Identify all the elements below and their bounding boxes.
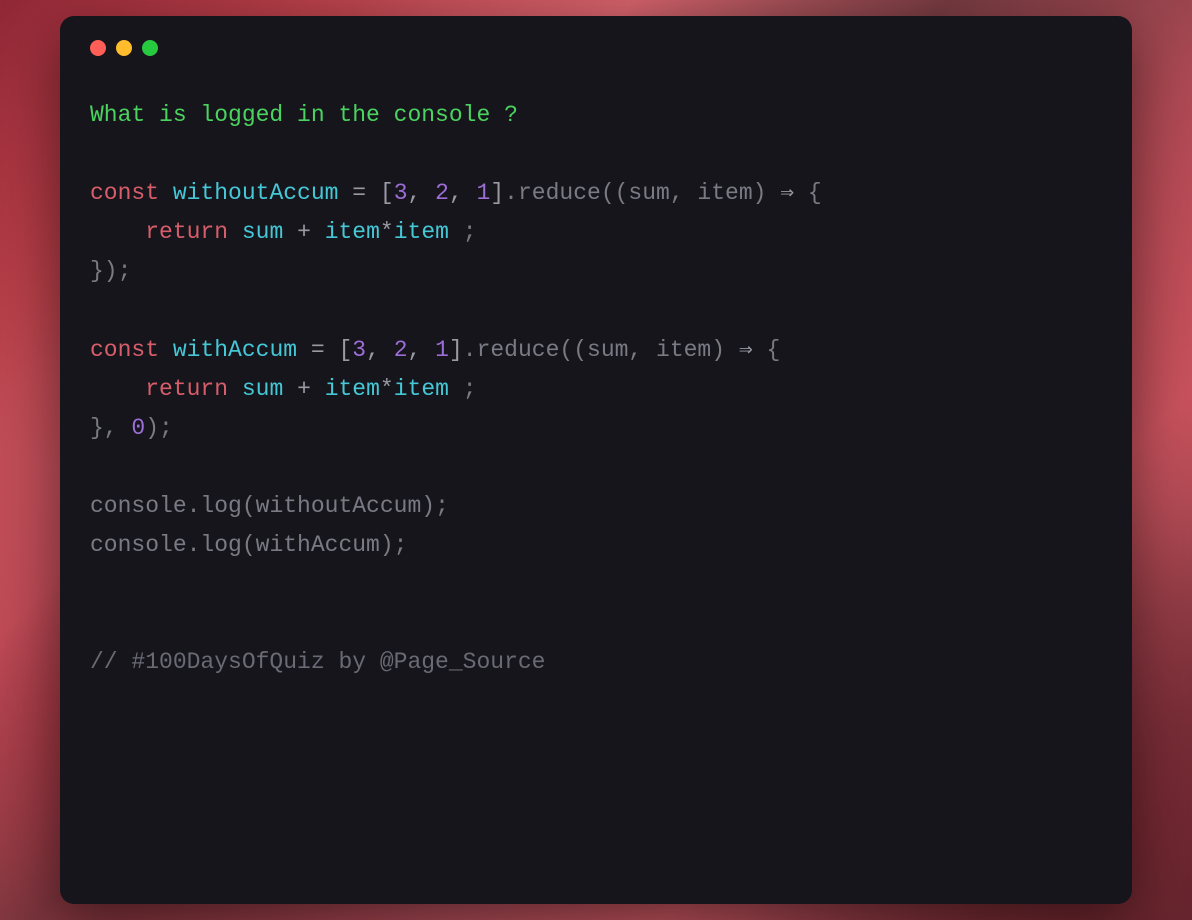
console-log: console.log( [90, 493, 256, 519]
variable-name: withoutAccum [173, 180, 339, 206]
keyword-const: const [90, 180, 159, 206]
keyword-const: const [90, 337, 159, 363]
arrow-icon: ⇒ [739, 337, 753, 363]
comment-footer: // #100DaysOfQuiz by @Page_Source [90, 649, 545, 675]
minimize-icon[interactable] [116, 40, 132, 56]
terminal-window: What is logged in the console ? const wi… [60, 16, 1132, 904]
maximize-icon[interactable] [142, 40, 158, 56]
method-reduce: reduce [518, 180, 601, 206]
code-content: What is logged in the console ? const wi… [90, 96, 1102, 682]
close-icon[interactable] [90, 40, 106, 56]
question-text: What is logged in the console ? [90, 102, 518, 128]
arrow-icon: ⇒ [780, 180, 794, 206]
keyword-return: return [145, 376, 228, 402]
method-reduce: reduce [477, 337, 560, 363]
traffic-lights [90, 40, 1102, 56]
keyword-return: return [145, 219, 228, 245]
console-log: console.log( [90, 532, 256, 558]
variable-name: withAccum [173, 337, 297, 363]
